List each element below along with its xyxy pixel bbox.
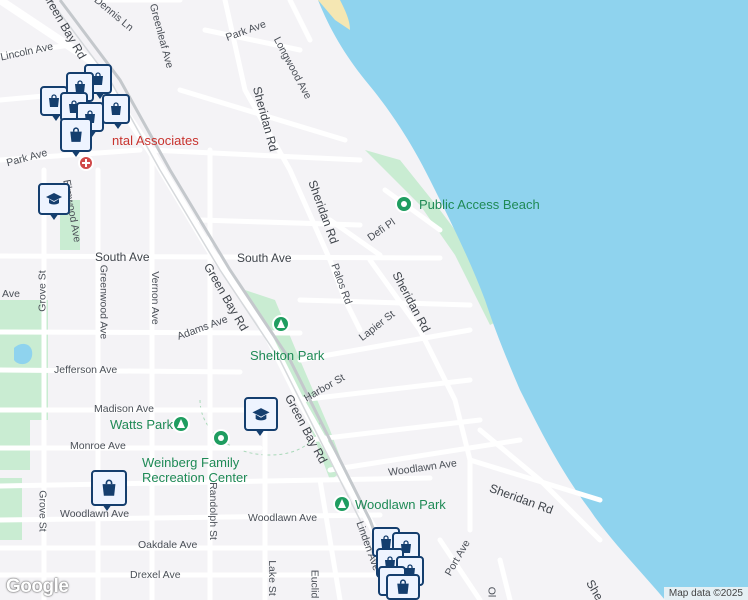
street-label-grove-st-low: Grove St [36,490,49,532]
street-label-monroe-ave: Monroe Ave [70,440,126,452]
place-label-public-access-beach[interactable]: Public Access Beach [419,197,540,212]
place-icon[interactable] [212,429,230,447]
street-label-drexel-ave: Drexel Ave [130,569,181,581]
street-label-woodlawn-ave-mid: Woodlawn Ave [248,512,318,524]
google-logo: Google [6,576,69,597]
map-view[interactable]: Dennis Ln Greenleaf Ave Park Ave Longwoo… [0,0,748,600]
hospital-icon[interactable] [78,155,94,171]
street-label-woodlawn-ave-left: Woodlawn Ave [60,508,130,520]
street-label-vernon-ave: Vernon Ave [148,271,161,325]
shopping-bag-icon[interactable] [91,470,127,511]
place-label-dental-associates[interactable]: ntal Associates [112,133,199,148]
shopping-bag-icon[interactable] [386,574,420,600]
street-label-ol: Ol [485,586,498,598]
tree-icon[interactable] [172,415,190,433]
place-label-woodlawn-park[interactable]: Woodlawn Park [355,497,446,512]
school-icon[interactable] [244,397,278,436]
street-label-ave-left: Ave [2,288,20,300]
street-label-grove-st-top: Grove St [36,270,49,312]
place-label-watts-park[interactable]: Watts Park [110,417,173,432]
tree-icon[interactable] [333,495,351,513]
shopping-bag-icon[interactable] [60,118,92,157]
place-label-weinberg-line2[interactable]: Recreation Center [142,470,248,485]
street-label-euclid: Euclid [308,569,321,599]
school-icon[interactable] [38,183,70,220]
place-icon[interactable] [395,195,413,213]
street-label-south-ave-left: South Ave [95,250,150,264]
place-label-weinberg-line1[interactable]: Weinberg Family [142,455,239,470]
place-label-shelton-park[interactable]: Shelton Park [250,348,324,363]
street-label-madison-ave: Madison Ave [94,403,154,415]
street-label-oakdale-ave: Oakdale Ave [138,539,198,551]
shopping-bag-icon[interactable] [102,94,130,129]
street-label-greenwood-ave: Greenwood Ave [97,264,110,340]
street-label-lake-st: Lake St [265,560,278,596]
tree-icon[interactable] [272,315,290,333]
map-data-attribution[interactable]: Map data ©2025 [663,587,748,600]
street-label-south-ave-right: South Ave [237,251,292,265]
street-label-randolph-st: Randolph St [206,482,219,540]
street-label-jefferson-ave: Jefferson Ave [54,364,118,376]
